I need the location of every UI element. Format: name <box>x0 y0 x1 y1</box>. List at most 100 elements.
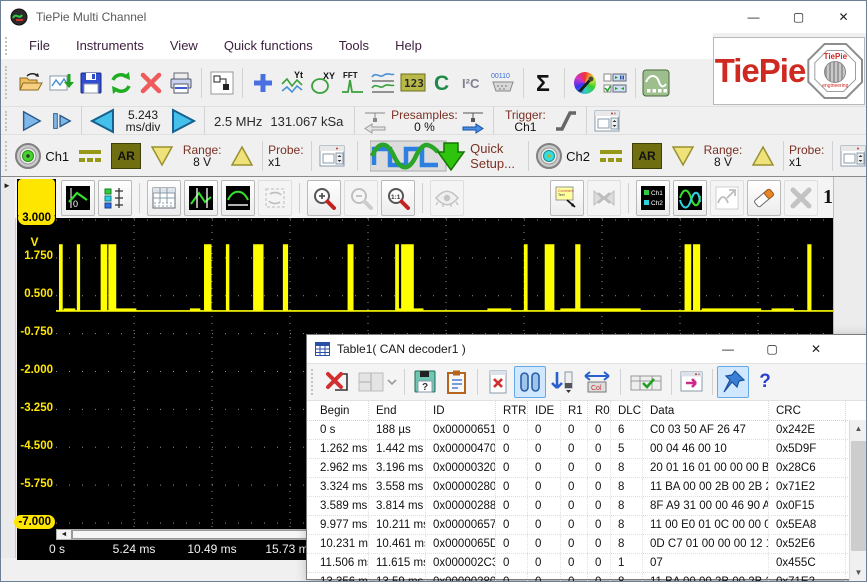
table-scroll-down-button[interactable]: ▼ <box>850 564 867 581</box>
ch2-enable-button[interactable] <box>534 140 564 172</box>
legend-button[interactable]: Ch1Ch2 <box>636 180 670 216</box>
table-column-header[interactable]: CRC <box>769 401 846 420</box>
open-button[interactable] <box>16 67 46 99</box>
menu-item[interactable]: File <box>16 33 63 59</box>
axis-origin-button[interactable]: 0 <box>61 180 95 216</box>
io-toggles-button[interactable] <box>600 67 630 99</box>
table-column-header[interactable]: DLC <box>611 401 643 420</box>
y-axis-channel-header[interactable] <box>18 179 55 215</box>
one-shot-button[interactable] <box>46 105 76 137</box>
ch2-settings-button[interactable] <box>838 140 867 172</box>
table-row[interactable]: 11.506 ms 11.615 ms 0x000002C3 0 0 0 0 1… <box>307 554 867 573</box>
instrument-settings-button[interactable] <box>641 67 671 99</box>
table-row[interactable]: 3.589 ms 3.814 ms 0x00000288 0 0 0 0 8 8… <box>307 497 867 516</box>
new-xy-graph-button[interactable]: XY <box>308 67 338 99</box>
pin-window-button[interactable] <box>717 366 749 398</box>
panel-expand-icon[interactable]: ► <box>3 181 11 190</box>
scroll-left-button[interactable]: ◄ <box>57 530 72 539</box>
ch2-coupling-button[interactable] <box>596 140 626 172</box>
menu-item[interactable]: Quick functions <box>211 33 326 59</box>
print-button[interactable] <box>166 67 196 99</box>
export-table-button[interactable] <box>676 366 708 398</box>
cursors-button[interactable] <box>184 180 218 216</box>
trigger-slope-button[interactable] <box>551 105 581 137</box>
ch1-range-up-button[interactable] <box>227 140 257 172</box>
sort-rows-button[interactable] <box>546 366 578 398</box>
start-button[interactable] <box>16 105 46 137</box>
delete-button[interactable] <box>136 67 166 99</box>
table-row[interactable]: 9.977 ms 10.211 ms 0x00000657 0 0 0 0 8 … <box>307 516 867 535</box>
timebase-readout[interactable]: 5.243 ms/div <box>117 109 169 133</box>
table-column-header[interactable]: RTR <box>496 401 528 420</box>
collapsed-panel-strip[interactable]: ► <box>1 179 16 558</box>
menu-item[interactable]: View <box>157 33 211 59</box>
table-column-header[interactable]: ID <box>426 401 496 420</box>
math-sum-button[interactable]: Σ <box>529 67 559 99</box>
close-button[interactable]: ✕ <box>821 2 866 33</box>
delete-table-button[interactable] <box>322 366 354 398</box>
table-column-header[interactable]: End <box>369 401 426 420</box>
trigger-settings-button[interactable] <box>592 105 622 137</box>
ch1-coupling-button[interactable] <box>75 140 105 172</box>
ch2-range-up-button[interactable] <box>748 140 778 172</box>
table-close-button[interactable]: ✕ <box>794 336 838 363</box>
can-decoder-button[interactable]: C <box>428 67 458 99</box>
column-width-button[interactable]: Col <box>578 366 616 398</box>
zoom-reset-button[interactable]: 1:1 <box>381 180 415 216</box>
presamples-increase-button[interactable] <box>458 105 488 137</box>
quick-setup-button[interactable] <box>368 140 468 172</box>
menu-item[interactable]: Instruments <box>63 33 157 59</box>
copy-table-button[interactable] <box>441 366 473 398</box>
menu-item[interactable]: Help <box>382 33 435 59</box>
maximize-button[interactable]: ▢ <box>776 2 821 33</box>
table-vertical-scrollbar[interactable]: ▲ ▼ <box>849 420 867 581</box>
new-meter-button[interactable] <box>368 67 398 99</box>
presamples-decrease-button[interactable] <box>360 105 390 137</box>
new-fft-graph-button[interactable]: FFT <box>338 67 368 99</box>
ch1-enable-button[interactable] <box>13 140 43 172</box>
minimize-button[interactable]: — <box>731 2 776 33</box>
menu-item[interactable]: Tools <box>326 33 382 59</box>
refresh-button[interactable] <box>106 67 136 99</box>
ch1-settings-button[interactable] <box>317 140 347 172</box>
table-column-header[interactable]: R1 <box>561 401 588 420</box>
help-button[interactable]: ? <box>749 366 781 398</box>
new-table-button[interactable] <box>147 180 181 216</box>
table-scrollbar-thumb[interactable] <box>851 441 866 551</box>
new-numeric-display-button[interactable]: 123 <box>398 67 428 99</box>
timebase-slower-button[interactable] <box>87 105 117 137</box>
add-comment-button[interactable]: CommentText <box>550 180 584 216</box>
save-table-button[interactable]: ? <box>409 366 441 398</box>
table-row[interactable]: 1.262 ms 1.442 ms 0x00000470 0 0 0 0 5 0… <box>307 440 867 459</box>
table-options-button[interactable] <box>625 366 667 398</box>
ch2-range-down-button[interactable] <box>668 140 698 172</box>
new-yt-graph-button[interactable]: Yt <box>278 67 308 99</box>
table-scroll-up-button[interactable]: ▲ <box>850 420 867 437</box>
autosize-columns-button[interactable] <box>514 366 546 398</box>
table-titlebar[interactable]: Table1( CAN decoder1 ) — ▢ ✕ <box>307 335 867 363</box>
serial-decoder-button[interactable]: 00110 <box>488 67 518 99</box>
table-column-header[interactable]: Data <box>643 401 769 420</box>
table-maximize-button[interactable]: ▢ <box>750 336 794 363</box>
table-header-row[interactable]: BeginEndIDRTRIDER1R0DLCDataCRC <box>307 401 867 421</box>
quick-setup-label[interactable]: Quick Setup... <box>470 141 515 171</box>
trigger-readout[interactable]: Trigger: Ch1 <box>499 109 551 133</box>
table-minimize-button[interactable]: — <box>706 336 750 363</box>
add-instrument-button[interactable] <box>248 67 278 99</box>
i2c-decoder-button[interactable]: I²C <box>458 67 488 99</box>
eraser-button[interactable] <box>747 180 781 216</box>
save-button[interactable] <box>76 67 106 99</box>
graph-style-button[interactable] <box>673 180 707 216</box>
measure-button[interactable] <box>221 180 255 216</box>
table-row[interactable]: 10.231 ms 10.461 ms 0x0000065D 0 0 0 0 8… <box>307 535 867 554</box>
table-row[interactable]: 0 s 188 µs 0x00000651 0 0 0 0 6 C0 03 50… <box>307 421 867 440</box>
ch1-range-down-button[interactable] <box>147 140 177 172</box>
table-row[interactable]: 13.356 ms 13.59 ms 0x00000280 0 0 0 0 8 … <box>307 573 867 582</box>
ch1-autorange-button[interactable]: AR <box>111 143 141 169</box>
presamples-readout[interactable]: Presamples: 0 % <box>390 109 458 133</box>
table-column-header[interactable]: Begin <box>313 401 369 420</box>
source-list-button[interactable] <box>98 180 132 216</box>
table-column-header[interactable]: R0 <box>588 401 611 420</box>
clear-rows-button[interactable] <box>482 366 514 398</box>
y-axis[interactable]: V 3.0001.7500.500-0.750-2.000-3.250-4.50… <box>17 179 56 540</box>
